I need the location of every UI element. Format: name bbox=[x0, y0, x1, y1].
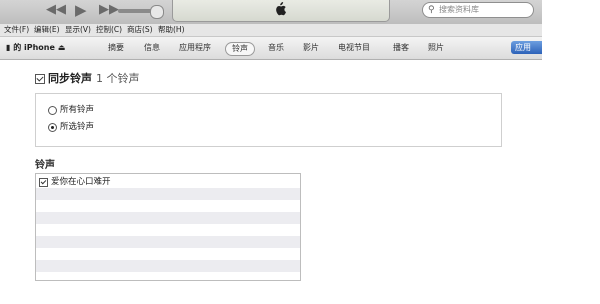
device-name: 的 iPhone bbox=[13, 43, 55, 52]
sync-ringtones-row: 同步铃声 1 个铃声 bbox=[35, 72, 140, 86]
ringtone-label: 爱你在心口难开 bbox=[51, 177, 111, 187]
tab-info[interactable]: 信息 bbox=[144, 37, 160, 59]
option-selected-ringtones-label: 所选铃声 bbox=[60, 122, 95, 132]
ringtone-checkbox[interactable] bbox=[39, 177, 48, 187]
itunes-window: ◀◀ ▶ ▶▶ ⚲ 搜索资料库 文件(F) 编辑(E) 显示(V) 控制(C) … bbox=[0, 0, 542, 304]
device-tab-bar: ▮ 的 iPhone ⏏ 摘要 信息 应用程序 铃声 音乐 影片 电视节目 播客… bbox=[0, 37, 542, 60]
ringtones-list: 爱你在心口难开 bbox=[35, 173, 301, 281]
device-name-group[interactable]: ▮ 的 iPhone ⏏ bbox=[6, 37, 65, 59]
menu-edit[interactable]: 编辑(E) bbox=[34, 24, 60, 36]
empty-row bbox=[36, 248, 300, 260]
menu-store[interactable]: 商店(S) bbox=[127, 24, 153, 36]
tab-tv-shows[interactable]: 电视节目 bbox=[338, 37, 370, 59]
list-item[interactable]: 爱你在心口难开 bbox=[36, 176, 300, 188]
empty-row bbox=[36, 260, 300, 272]
option-all-ringtones-label: 所有铃声 bbox=[60, 105, 95, 115]
tab-music[interactable]: 音乐 bbox=[268, 37, 284, 59]
volume-knob[interactable] bbox=[150, 5, 164, 19]
play-icon[interactable]: ▶ bbox=[75, 3, 87, 18]
rewind-icon[interactable]: ◀◀ bbox=[46, 3, 66, 17]
sync-ringtones-checkbox[interactable] bbox=[35, 74, 45, 84]
sync-options-box: 所有铃声 所选铃声 bbox=[35, 93, 502, 147]
ringtones-section-title: 铃声 bbox=[35, 160, 55, 171]
empty-row bbox=[36, 212, 300, 224]
iphone-icon: ▮ bbox=[6, 43, 11, 52]
empty-row bbox=[36, 236, 300, 248]
tab-ringtones[interactable]: 铃声 bbox=[225, 42, 255, 56]
option-all-ringtones[interactable]: 所有铃声 bbox=[48, 104, 94, 117]
apply-button[interactable]: 应用 bbox=[511, 41, 542, 54]
eject-icon[interactable]: ⏏ bbox=[58, 43, 66, 52]
toolbar: ◀◀ ▶ ▶▶ ⚲ 搜索资料库 bbox=[0, 0, 542, 25]
tab-movies[interactable]: 影片 bbox=[303, 37, 319, 59]
radio-all-ringtones[interactable] bbox=[48, 105, 57, 115]
menu-view[interactable]: 显示(V) bbox=[65, 24, 91, 36]
tab-podcasts[interactable]: 播客 bbox=[393, 37, 409, 59]
menu-controls[interactable]: 控制(C) bbox=[96, 24, 122, 36]
fast-forward-icon[interactable]: ▶▶ bbox=[99, 3, 119, 17]
empty-row bbox=[36, 200, 300, 212]
tab-summary[interactable]: 摘要 bbox=[108, 37, 124, 59]
empty-row bbox=[36, 188, 300, 200]
status-display bbox=[172, 0, 390, 22]
menu-bar: 文件(F) 编辑(E) 显示(V) 控制(C) 商店(S) 帮助(H) bbox=[0, 24, 542, 37]
tab-apps[interactable]: 应用程序 bbox=[179, 37, 211, 59]
option-selected-ringtones[interactable]: 所选铃声 bbox=[48, 121, 94, 134]
search-icon: ⚲ bbox=[428, 5, 435, 15]
empty-row bbox=[36, 224, 300, 236]
tab-photos[interactable]: 照片 bbox=[428, 37, 444, 59]
ringtone-count: 1 个铃声 bbox=[96, 72, 140, 85]
menu-help[interactable]: 帮助(H) bbox=[158, 24, 185, 36]
radio-selected-ringtones[interactable] bbox=[48, 122, 57, 132]
search-input[interactable]: ⚲ 搜索资料库 bbox=[422, 2, 534, 18]
sync-ringtones-title: 同步铃声 bbox=[48, 72, 92, 85]
apple-logo bbox=[276, 2, 286, 16]
menu-file[interactable]: 文件(F) bbox=[4, 24, 29, 36]
search-placeholder: 搜索资料库 bbox=[439, 5, 479, 14]
